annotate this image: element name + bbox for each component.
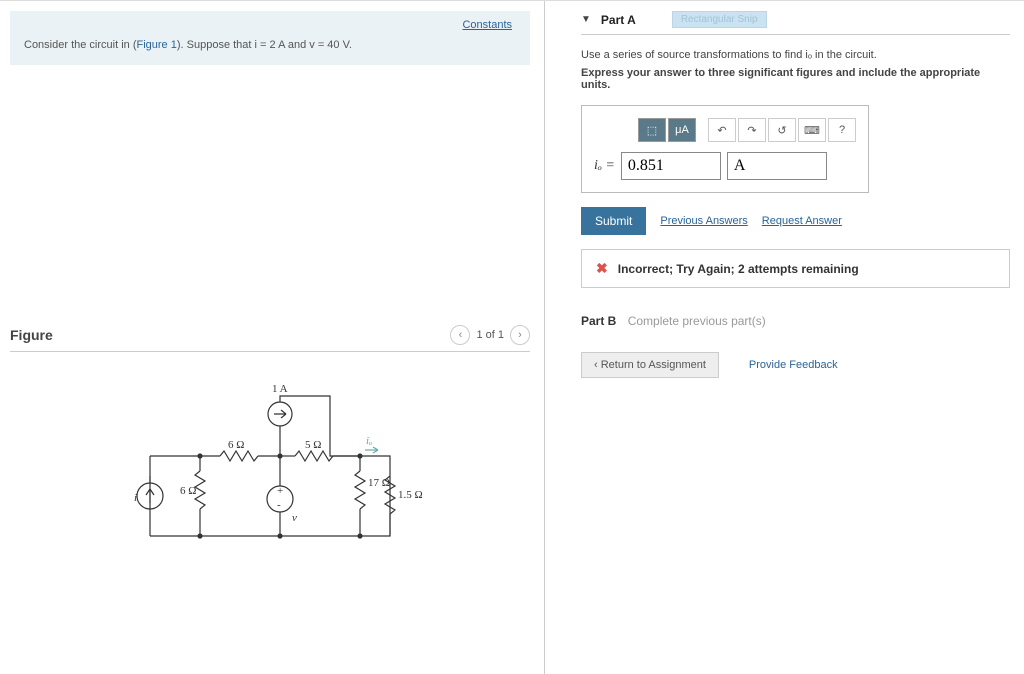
figure-title: Figure bbox=[10, 327, 53, 343]
help-button[interactable]: ? bbox=[828, 118, 856, 142]
circuit-diagram: i 6 Ω 6 Ω 5 Ω 17 Ω 1.5 Ω v - + 1 A iₒ bbox=[120, 376, 420, 559]
label-v: v bbox=[292, 512, 297, 524]
undo-button[interactable]: ↶ bbox=[708, 118, 736, 142]
figure-1-link[interactable]: Figure 1 bbox=[137, 39, 177, 51]
return-label: Return to Assignment bbox=[601, 359, 706, 371]
snip-badge: Rectangular Snip bbox=[672, 11, 767, 28]
submit-row: Submit Previous Answers Request Answer bbox=[581, 207, 1010, 235]
label-r1: 6 Ω bbox=[180, 485, 196, 497]
redo-button[interactable]: ↷ bbox=[738, 118, 766, 142]
right-panel: ▼ Part A Rectangular Snip Use a series o… bbox=[545, 1, 1024, 674]
part-a-header[interactable]: ▼ Part A Rectangular Snip bbox=[581, 11, 1010, 35]
figure-prev-button[interactable]: ‹ bbox=[450, 325, 470, 345]
previous-answers-link[interactable]: Previous Answers bbox=[660, 215, 747, 227]
part-a-title: Part A bbox=[601, 13, 636, 27]
label-r2: 6 Ω bbox=[228, 439, 244, 451]
reset-button[interactable]: ↺ bbox=[768, 118, 796, 142]
instruction-2: Express your answer to three significant… bbox=[581, 67, 1010, 91]
label-r4: 17 Ω bbox=[368, 477, 390, 489]
part-b-message: Complete previous part(s) bbox=[628, 314, 766, 328]
problem-suffix: ). Suppose that i = 2 A and v = 40 V. bbox=[177, 39, 352, 51]
label-1a: 1 A bbox=[272, 383, 288, 395]
chevron-left-icon: ‹ bbox=[594, 359, 601, 371]
constants-link[interactable]: Constants bbox=[462, 19, 512, 31]
return-button[interactable]: ‹ Return to Assignment bbox=[581, 352, 719, 378]
part-b-title: Part B bbox=[581, 314, 616, 328]
svg-text:-: - bbox=[277, 499, 281, 511]
problem-statement-box: Constants Consider the circuit in (Figur… bbox=[10, 11, 530, 65]
request-answer-link[interactable]: Request Answer bbox=[762, 215, 842, 227]
answer-box: ⬚ μA ↶ ↷ ↺ ⌨ ? iₒ = bbox=[581, 105, 869, 193]
instruction-1: Use a series of source transformations t… bbox=[581, 49, 1010, 61]
label-r3: 5 Ω bbox=[305, 439, 321, 451]
label-i: i bbox=[134, 492, 137, 504]
incorrect-icon: ✖ bbox=[596, 260, 608, 277]
submit-button[interactable]: Submit bbox=[581, 207, 646, 235]
label-io: iₒ bbox=[366, 435, 372, 447]
units-button[interactable]: μA bbox=[668, 118, 696, 142]
problem-prefix: Consider the circuit in ( bbox=[24, 39, 137, 51]
figure-nav: ‹ 1 of 1 › bbox=[450, 325, 530, 345]
part-b-row: Part B Complete previous part(s) bbox=[581, 314, 1010, 328]
answer-input-row: iₒ = bbox=[594, 152, 856, 180]
provide-feedback-link[interactable]: Provide Feedback bbox=[749, 359, 838, 371]
figure-header: Figure ‹ 1 of 1 › bbox=[10, 325, 530, 352]
figure-section: Figure ‹ 1 of 1 › bbox=[10, 325, 530, 559]
svg-text:+: + bbox=[277, 485, 283, 497]
label-r5: 1.5 Ω bbox=[398, 489, 423, 501]
figure-next-button[interactable]: › bbox=[510, 325, 530, 345]
templates-button[interactable]: ⬚ bbox=[638, 118, 666, 142]
caret-down-icon: ▼ bbox=[581, 14, 591, 25]
left-panel: Constants Consider the circuit in (Figur… bbox=[0, 1, 545, 674]
variable-label: iₒ = bbox=[594, 158, 615, 174]
feedback-box: ✖ Incorrect; Try Again; 2 attempts remai… bbox=[581, 249, 1010, 288]
app-container: Constants Consider the circuit in (Figur… bbox=[0, 0, 1024, 674]
return-row: ‹ Return to Assignment Provide Feedback bbox=[581, 352, 1010, 378]
answer-toolbar: ⬚ μA ↶ ↷ ↺ ⌨ ? bbox=[638, 118, 856, 142]
unit-input[interactable] bbox=[727, 152, 827, 180]
value-input[interactable] bbox=[621, 152, 721, 180]
feedback-text: Incorrect; Try Again; 2 attempts remaini… bbox=[618, 262, 859, 276]
keyboard-button[interactable]: ⌨ bbox=[798, 118, 826, 142]
problem-text: Consider the circuit in (Figure 1). Supp… bbox=[24, 25, 516, 51]
figure-page-indicator: 1 of 1 bbox=[476, 329, 504, 341]
